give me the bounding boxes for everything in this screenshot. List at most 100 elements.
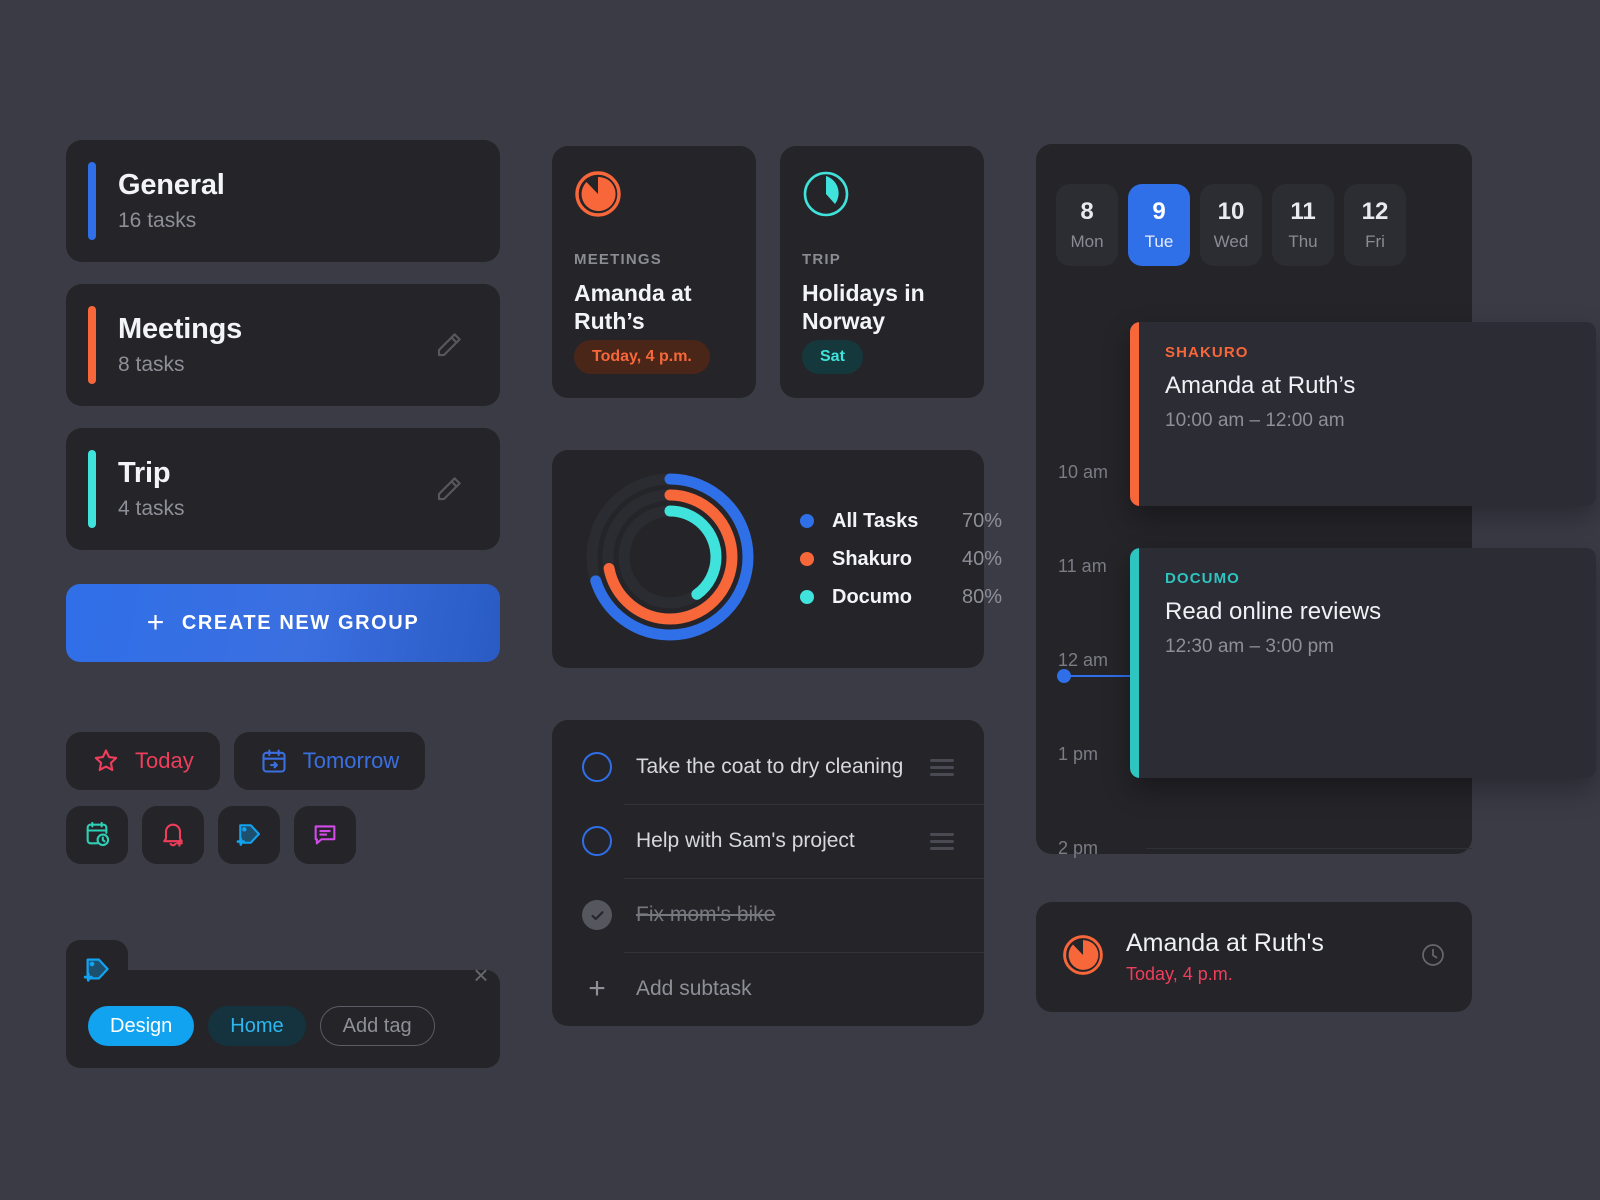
notification-card[interactable]: Amanda at Ruth's Today, 4 p.m. xyxy=(1036,902,1472,1012)
legend-item: Shakuro 40% xyxy=(800,540,1002,578)
event-card-kicker: TRIP xyxy=(802,251,841,268)
day-item-10[interactable]: 10 Wed xyxy=(1200,184,1262,266)
calendar-event-documo[interactable]: DOCUMO Read online reviews 12:30 am – 3:… xyxy=(1130,548,1596,778)
tag-plus-button[interactable] xyxy=(218,806,280,864)
group-card-trip[interactable]: Trip 4 tasks xyxy=(66,428,500,550)
tomorrow-button[interactable]: Tomorrow xyxy=(233,732,426,790)
event-title: Amanda at Ruth’s xyxy=(1165,372,1356,399)
day-item-12[interactable]: 12 Fri xyxy=(1344,184,1406,266)
group-text: General 16 tasks xyxy=(118,169,225,233)
create-new-group-label: CREATE NEW GROUP xyxy=(181,611,420,634)
edit-pencil-icon[interactable] xyxy=(434,330,464,360)
calendar-clock-button[interactable] xyxy=(66,806,128,864)
checkbox-checked-icon[interactable] xyxy=(582,900,612,930)
group-color-bar xyxy=(88,450,96,528)
hour-label: 12 am xyxy=(1058,650,1109,670)
event-accent-bar xyxy=(1130,548,1139,778)
day-number: 10 xyxy=(1217,198,1245,225)
subtask-row[interactable]: Fix mom's bike xyxy=(552,878,984,952)
event-body: DOCUMO Read online reviews 12:30 am – 3:… xyxy=(1139,548,1381,778)
today-button[interactable]: Today xyxy=(66,732,220,790)
event-card-time-pill: Today, 4 p.m. xyxy=(574,340,710,374)
day-item-9[interactable]: 9 Tue xyxy=(1128,184,1190,266)
event-card-kicker: MEETINGS xyxy=(574,251,662,268)
day-name: Tue xyxy=(1144,232,1174,251)
legend-dot xyxy=(800,552,814,566)
edit-pencil-icon[interactable] xyxy=(434,474,464,504)
drag-handle-icon[interactable] xyxy=(930,758,954,776)
tag-plus-icon xyxy=(235,820,263,851)
close-icon[interactable]: × xyxy=(468,962,494,988)
day-item-8[interactable]: 8 Mon xyxy=(1056,184,1118,266)
radial-progress-chart xyxy=(580,467,760,652)
tag-list: × Design Home Add tag xyxy=(66,962,500,1068)
legend-value: 70% xyxy=(962,509,1003,532)
comment-button[interactable] xyxy=(294,806,356,864)
event-accent-bar xyxy=(1130,322,1139,506)
legend-label: All Tasks xyxy=(832,509,919,532)
event-card-title: Holidays in Norway xyxy=(802,280,925,334)
checkbox-unchecked-icon[interactable] xyxy=(582,826,612,856)
day-number: 12 xyxy=(1361,198,1389,225)
event-card-title: Amanda at Ruth’s xyxy=(574,280,692,334)
hour-label: 1 pm xyxy=(1058,744,1099,764)
day-number: 9 xyxy=(1152,198,1166,225)
group-task-count: 4 tasks xyxy=(118,497,185,521)
hour-label: 2 pm xyxy=(1058,838,1099,858)
day-name: Fri xyxy=(1365,232,1385,251)
checkbox-unchecked-icon[interactable] xyxy=(582,752,612,782)
event-card-time-pill: Sat xyxy=(802,340,863,374)
subtask-label: Help with Sam's project xyxy=(636,829,855,852)
day-selector: 8 Mon 9 Tue 10 Wed 11 Thu 12 Fri xyxy=(1036,144,1472,266)
calendar-column: 8 Mon 9 Tue 10 Wed 11 Thu 12 Fri 10 am 1… xyxy=(1036,144,1596,1012)
tag-panel-tab xyxy=(66,940,128,982)
group-task-count: 8 tasks xyxy=(118,353,185,377)
group-card-meetings[interactable]: Meetings 8 tasks xyxy=(66,284,500,406)
add-tag-button[interactable]: Add tag xyxy=(319,1006,435,1046)
day-item-11[interactable]: 11 Thu xyxy=(1272,184,1334,266)
event-kicker: SHAKURO xyxy=(1165,344,1249,361)
event-card-trip[interactable]: TRIP Holidays in Norway Sat xyxy=(780,146,984,398)
event-title: Read online reviews xyxy=(1165,598,1382,625)
group-text: Meetings 8 tasks xyxy=(118,313,242,377)
legend-dot xyxy=(800,590,814,604)
legend-value: 40% xyxy=(962,547,1003,570)
subtask-row[interactable]: Take the coat to dry cleaning xyxy=(552,730,984,804)
comment-icon xyxy=(311,820,339,851)
tag-home[interactable]: Home xyxy=(208,1006,306,1046)
group-text: Trip 4 tasks xyxy=(118,457,185,521)
tag-design[interactable]: Design xyxy=(88,1006,195,1046)
icon-action-row xyxy=(66,806,500,864)
subtask-label: Fix mom's bike xyxy=(636,903,776,926)
create-new-group-button[interactable]: + CREATE NEW GROUP xyxy=(66,584,500,662)
pie-chart-icon xyxy=(802,171,850,222)
pie-chart-icon xyxy=(574,171,622,222)
plus-icon: + xyxy=(588,972,606,1005)
event-card-meetings[interactable]: MEETINGS Amanda at Ruth’s Today, 4 p.m. xyxy=(552,146,756,398)
day-number: 8 xyxy=(1080,198,1094,225)
calendar-clock-icon xyxy=(83,820,111,851)
clock-icon[interactable] xyxy=(1420,942,1446,973)
tag-panel: × Design Home Add tag xyxy=(66,940,500,1068)
add-subtask-button[interactable]: + Add subtask xyxy=(552,952,984,1026)
tag-plus-icon xyxy=(82,954,112,989)
plus-icon: + xyxy=(146,606,166,639)
notification-title: Amanda at Ruth's xyxy=(1126,929,1324,957)
chart-legend: All Tasks 70% Shakuro 40% Documo 80% xyxy=(800,502,1002,616)
drag-handle-icon[interactable] xyxy=(930,832,954,850)
bell-plus-button[interactable] xyxy=(142,806,204,864)
group-color-bar xyxy=(88,306,96,384)
hour-gridline xyxy=(1146,848,1472,849)
day-name: Mon xyxy=(1070,232,1104,251)
calendar-panel: 8 Mon 9 Tue 10 Wed 11 Thu 12 Fri 10 am 1… xyxy=(1036,144,1596,952)
pie-chart-icon xyxy=(1062,934,1104,981)
event-time: 12:30 am – 3:00 pm xyxy=(1165,636,1334,657)
bell-plus-icon xyxy=(159,820,187,851)
subtask-row[interactable]: Help with Sam's project xyxy=(552,804,984,878)
legend-item: Documo 80% xyxy=(800,578,1002,616)
group-card-general[interactable]: General 16 tasks xyxy=(66,140,500,262)
tomorrow-label: Tomorrow xyxy=(302,748,400,773)
app-root: General 16 tasks Meetings 8 tasks Trip 4… xyxy=(0,0,1600,1200)
add-subtask-label: Add subtask xyxy=(636,977,752,1000)
calendar-event-shakuro[interactable]: SHAKURO Amanda at Ruth’s 10:00 am – 12:0… xyxy=(1130,322,1596,506)
